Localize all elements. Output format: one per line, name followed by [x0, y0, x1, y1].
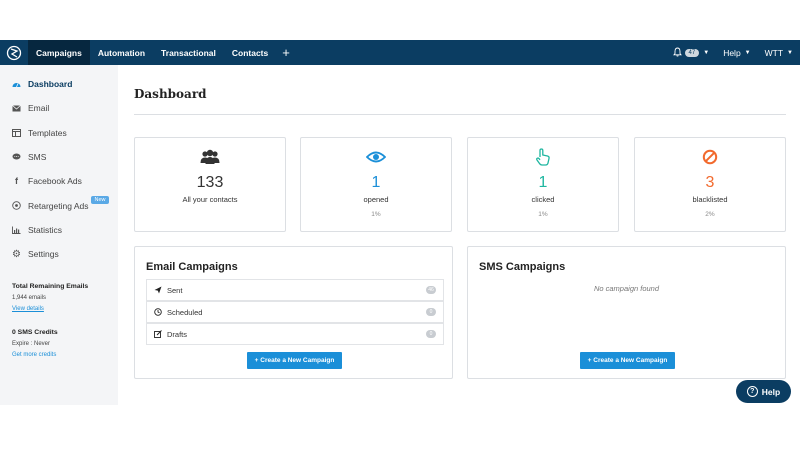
sidebar-item-email[interactable]: Email	[0, 96, 118, 120]
notification-count-badge: 47	[684, 48, 700, 57]
sidebar-item-facebook-ads[interactable]: f Facebook Ads	[0, 169, 118, 193]
ban-icon	[635, 148, 785, 166]
sidebar-item-dashboard[interactable]: Dashboard	[0, 72, 118, 96]
sidebar-item-label: Statistics	[28, 224, 63, 235]
page-title: Dashboard	[134, 87, 207, 101]
empty-state-text: No campaign found	[593, 284, 660, 293]
stat-card-clicked[interactable]: 1 clicked 1%	[467, 137, 619, 232]
stat-percent: 1%	[371, 211, 381, 218]
row-count-badge: 0	[426, 330, 436, 338]
bell-icon	[672, 47, 682, 59]
account-menu[interactable]: WTT ▼	[758, 40, 800, 65]
account-label: WTT	[764, 47, 784, 58]
email-campaigns-title: Email Campaigns	[146, 261, 238, 273]
email-campaigns-panel: Email Campaigns Sent 46 Scheduled 0 Draf…	[134, 246, 453, 379]
row-label: Drafts	[167, 329, 188, 339]
stat-percent: 1%	[538, 211, 548, 218]
envelope-icon	[11, 105, 22, 112]
remaining-emails-block: Total Remaining Emails 1,944 emails View…	[0, 283, 118, 312]
chevron-down-icon: ▼	[703, 49, 710, 56]
sms-credits-block: 0 SMS Credits Expire : Never Get more cr…	[0, 329, 118, 358]
nav-campaigns[interactable]: Campaigns	[28, 40, 90, 65]
stat-label: blacklisted	[692, 195, 728, 204]
gear-icon: ⚙	[12, 248, 21, 260]
sendinblue-logo-icon[interactable]	[0, 40, 28, 65]
sidebar-item-statistics[interactable]: Statistics	[0, 218, 118, 242]
pointer-hand-icon	[468, 148, 618, 166]
app-screenshot: Campaigns Automation Transactional Conta…	[0, 40, 800, 405]
row-label: Sent	[167, 285, 183, 295]
question-icon: ?	[746, 386, 758, 397]
nav-transactional[interactable]: Transactional	[153, 40, 224, 65]
help-menu[interactable]: Help ▼	[716, 40, 757, 65]
sidebar-item-label: Dashboard	[28, 79, 73, 90]
campaign-row-scheduled[interactable]: Scheduled 0	[146, 301, 444, 323]
remaining-emails-count: 1,944 emails	[12, 295, 47, 302]
top-navbar: Campaigns Automation Transactional Conta…	[0, 40, 800, 65]
edit-icon	[154, 330, 164, 338]
stat-label: opened	[363, 195, 389, 204]
chevron-down-icon: ▼	[744, 49, 751, 56]
sidebar-item-label: Templates	[28, 127, 67, 138]
target-icon	[11, 201, 22, 210]
view-details-link[interactable]: View details	[12, 306, 118, 312]
sidebar-item-retargeting-ads[interactable]: Retargeting Ads New	[0, 193, 118, 217]
dashboard-icon	[11, 80, 22, 88]
floating-help-button[interactable]: ? Help	[736, 380, 791, 403]
new-badge: New	[91, 195, 109, 204]
sms-campaigns-title: SMS Campaigns	[479, 261, 566, 273]
nav-contacts[interactable]: Contacts	[224, 40, 276, 65]
sms-bubble-icon	[11, 153, 22, 161]
row-count-badge: 0	[426, 308, 436, 316]
help-menu-label: Help	[723, 47, 741, 58]
nav-right-group: 47 ▼ Help ▼ WTT ▼	[666, 40, 800, 65]
stat-value: 3	[705, 174, 715, 191]
stat-value: 133	[196, 174, 224, 191]
sidebar-item-sms[interactable]: SMS	[0, 145, 118, 169]
stat-card-contacts[interactable]: 133 All your contacts	[134, 137, 286, 232]
template-icon	[11, 128, 22, 137]
sidebar-item-templates[interactable]: Templates	[0, 121, 118, 145]
sms-campaigns-panel: SMS Campaigns No campaign found + Create…	[467, 246, 786, 379]
stat-value: 1	[538, 174, 548, 191]
title-divider	[134, 114, 786, 115]
users-icon	[135, 148, 285, 166]
stat-value: 1	[371, 174, 381, 191]
send-icon	[154, 286, 164, 294]
stat-percent: 2%	[705, 211, 715, 218]
notifications-button[interactable]: 47 ▼	[666, 40, 717, 65]
create-email-campaign-button[interactable]: + Create a New Campaign	[247, 352, 342, 369]
sidebar-item-label: Retargeting Ads	[28, 200, 89, 211]
sidebar-item-label: SMS	[28, 152, 47, 163]
bar-chart-icon	[11, 226, 22, 234]
row-label: Scheduled	[167, 307, 203, 317]
nav-add-button[interactable]: +	[276, 40, 296, 65]
row-count-badge: 46	[426, 286, 436, 294]
stat-card-blacklisted[interactable]: 3 blacklisted 2%	[634, 137, 786, 232]
sms-credits-expire: Expire : Never	[12, 341, 51, 348]
main-content: Dashboard 133 All your contacts 1 opened…	[118, 65, 800, 405]
remaining-emails-title: Total Remaining Emails	[12, 283, 89, 291]
sms-credits-title: 0 SMS Credits	[12, 329, 58, 337]
campaign-row-sent[interactable]: Sent 46	[146, 279, 444, 301]
clock-icon	[154, 308, 164, 316]
sidebar-item-label: Email	[28, 103, 50, 114]
sidebar-item-label: Settings	[28, 249, 59, 260]
stat-label: clicked	[531, 195, 555, 204]
stat-card-opened[interactable]: 1 opened 1%	[300, 137, 452, 232]
sidebar-item-label: Facebook Ads	[28, 176, 82, 187]
nav-automation[interactable]: Automation	[90, 40, 153, 65]
get-more-credits-link[interactable]: Get more credits	[12, 352, 118, 358]
sidebar-item-settings[interactable]: ⚙ Settings	[0, 242, 118, 266]
chevron-down-icon: ▼	[787, 49, 793, 56]
facebook-icon: f	[15, 176, 18, 187]
sidebar: Dashboard Email Templates SMS f Facebook…	[0, 65, 118, 405]
eye-icon	[301, 148, 451, 166]
help-button-label: Help	[761, 386, 781, 397]
create-sms-campaign-button[interactable]: + Create a New Campaign	[580, 352, 675, 369]
stat-label: All your contacts	[182, 195, 238, 204]
campaign-row-drafts[interactable]: Drafts 0	[146, 323, 444, 345]
